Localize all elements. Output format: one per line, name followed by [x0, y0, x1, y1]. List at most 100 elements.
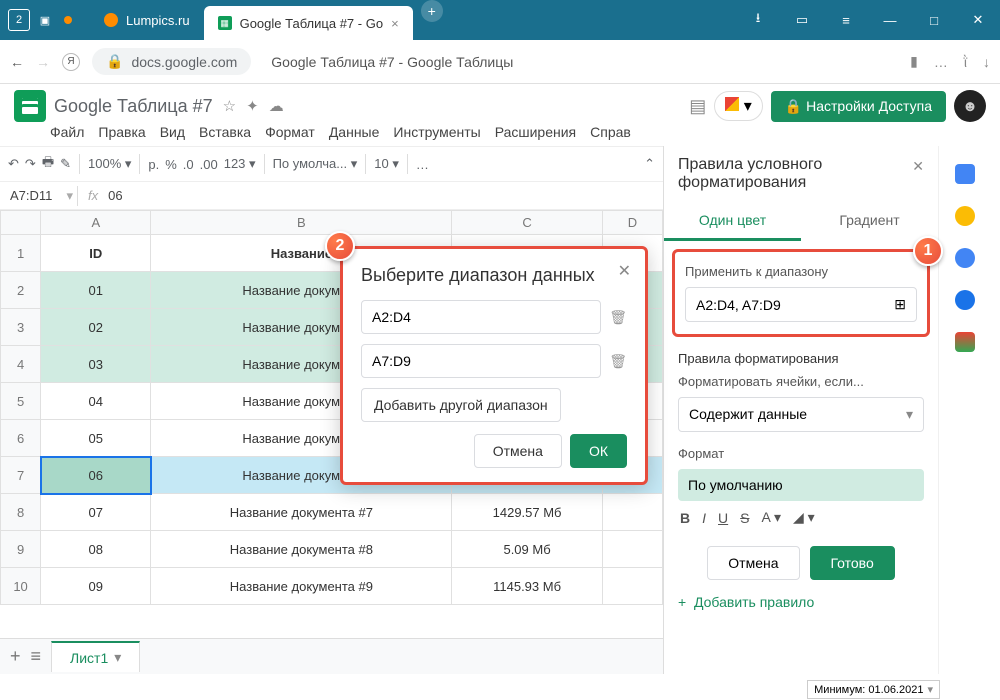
status-bar[interactable]: Минимум: 01.06.2021▾	[807, 680, 940, 699]
panel-done-button[interactable]: Готово	[810, 546, 895, 580]
row-header[interactable]: 2	[1, 272, 41, 309]
close-panel-icon[interactable]: ✕	[912, 158, 924, 175]
cell[interactable]	[602, 531, 662, 568]
currency-button[interactable]: p.	[148, 157, 159, 172]
redo-button[interactable]: ↷	[25, 156, 36, 172]
cell[interactable]: 07	[41, 494, 151, 531]
share-button[interactable]: 🔒 Настройки Доступа	[771, 91, 946, 122]
cell[interactable]: 05	[41, 420, 151, 457]
new-tab-button[interactable]: +	[421, 0, 443, 22]
meet-icon[interactable]: ▾	[714, 91, 762, 121]
doc-title[interactable]: Google Таблица #7	[54, 96, 213, 117]
bold-button[interactable]: B	[680, 510, 690, 526]
close-button[interactable]: ✕	[956, 0, 1000, 40]
number-format-button[interactable]: 123 ▾	[224, 156, 256, 172]
dialog-ok-button[interactable]: ОК	[570, 434, 627, 468]
cell[interactable]: 08	[41, 531, 151, 568]
fill-color-button[interactable]: ◢ ▾	[793, 509, 815, 526]
paint-format-button[interactable]: ✎	[60, 156, 71, 172]
trash-icon[interactable]: 🗑	[609, 309, 627, 326]
dec-increase-button[interactable]: .00	[200, 157, 218, 172]
cell[interactable]: Название документа #9	[151, 568, 452, 605]
grid-picker-icon[interactable]: ⊞	[894, 296, 906, 313]
row-header[interactable]: 3	[1, 309, 41, 346]
menu-вид[interactable]: Вид	[160, 124, 185, 140]
account-avatar[interactable]: ☻	[954, 90, 986, 122]
row-header[interactable]: 8	[1, 494, 41, 531]
more-icon[interactable]: …	[934, 54, 948, 70]
font-select[interactable]: По умолча... ▾	[273, 156, 358, 172]
cell[interactable]: 1429.57 Мб	[452, 494, 602, 531]
cell[interactable]: 06	[41, 457, 151, 494]
keep-icon[interactable]	[955, 206, 975, 226]
dialog-cancel-button[interactable]: Отмена	[474, 434, 562, 468]
corner-cell[interactable]	[1, 211, 41, 235]
row-header[interactable]: 10	[1, 568, 41, 605]
format-preview[interactable]: По умолчанию	[678, 469, 924, 501]
cell[interactable]: Название документа #7	[151, 494, 452, 531]
col-header-D[interactable]: D	[602, 211, 662, 235]
close-tab-icon[interactable]: ×	[391, 16, 399, 31]
col-header-B[interactable]: B	[151, 211, 452, 235]
range-input-2[interactable]	[361, 344, 601, 378]
print-button[interactable]: 🖶	[42, 153, 54, 175]
menu-инструменты[interactable]: Инструменты	[393, 124, 480, 140]
back-button[interactable]: ←	[10, 54, 24, 70]
workspace-icon[interactable]: ▣	[34, 9, 56, 31]
more-tools-icon[interactable]: …	[416, 157, 429, 172]
cell[interactable]: ID	[41, 235, 151, 272]
home-icon[interactable]: 2	[8, 9, 30, 31]
url-box[interactable]: 🔒 docs.google.com	[92, 48, 251, 75]
row-header[interactable]: 9	[1, 531, 41, 568]
text-color-button[interactable]: A ▾	[761, 509, 780, 526]
collapse-toolbar-icon[interactable]: ⌃	[644, 156, 655, 172]
menu-icon[interactable]: ≡	[824, 0, 868, 40]
cell[interactable]: Название документа #8	[151, 531, 452, 568]
cell[interactable]: 01	[41, 272, 151, 309]
calendar-icon[interactable]	[955, 164, 975, 184]
cell[interactable]: 5.09 Мб	[452, 531, 602, 568]
condition-select[interactable]: Содержит данные▾	[678, 397, 924, 432]
add-sheet-button[interactable]: +	[10, 646, 21, 667]
strike-button[interactable]: S	[740, 510, 749, 526]
italic-button[interactable]: I	[702, 510, 706, 526]
download-icon[interactable]: ⭳	[736, 0, 780, 40]
menu-справ[interactable]: Справ	[590, 124, 631, 140]
trash-icon[interactable]: 🗑	[609, 353, 627, 370]
menu-правка[interactable]: Правка	[98, 124, 145, 140]
move-icon[interactable]: ✦	[246, 97, 259, 115]
menu-вставка[interactable]: Вставка	[199, 124, 251, 140]
star-icon[interactable]: ☆	[223, 97, 236, 115]
panel-icon[interactable]: ▭	[780, 0, 824, 40]
panel-cancel-button[interactable]: Отмена	[707, 546, 799, 580]
cloud-icon[interactable]: ☁	[269, 97, 284, 115]
extensions-icon[interactable]: ῒ	[964, 54, 967, 70]
browser-tab-sheets[interactable]: ▦ Google Таблица #7 - Go ×	[204, 6, 413, 40]
browser-tab-lumpics[interactable]: Lumpics.ru	[90, 0, 204, 40]
dec-decrease-button[interactable]: .0	[183, 157, 194, 172]
tasks-icon[interactable]	[955, 248, 975, 268]
add-range-button[interactable]: Добавить другой диапазон	[361, 388, 561, 422]
row-header[interactable]: 4	[1, 346, 41, 383]
downloads-icon[interactable]: ↓	[983, 54, 990, 70]
cell[interactable]	[602, 568, 662, 605]
row-header[interactable]: 7	[1, 457, 41, 494]
row-header[interactable]: 5	[1, 383, 41, 420]
forward-button[interactable]: →	[36, 54, 50, 70]
add-rule-button[interactable]: + Добавить правило	[678, 594, 924, 610]
minimize-button[interactable]: —	[868, 0, 912, 40]
bookmark-icon[interactable]: ▮	[910, 53, 918, 70]
maps-icon[interactable]	[955, 332, 975, 352]
sheet-tab[interactable]: Лист1▾	[51, 641, 140, 672]
menu-файл[interactable]: Файл	[50, 124, 84, 140]
undo-button[interactable]: ↶	[8, 156, 19, 172]
close-dialog-icon[interactable]: ✕	[618, 261, 631, 281]
col-header-C[interactable]: C	[452, 211, 602, 235]
menu-данные[interactable]: Данные	[329, 124, 380, 140]
maximize-button[interactable]: □	[912, 0, 956, 40]
underline-button[interactable]: U	[718, 510, 728, 526]
apply-range-input[interactable]: A2:D4, A7:D9 ⊞	[685, 287, 917, 322]
menu-формат[interactable]: Формат	[265, 124, 315, 140]
name-box[interactable]: A7:D11▾	[6, 186, 78, 206]
reload-icon[interactable]: Я	[62, 53, 80, 71]
